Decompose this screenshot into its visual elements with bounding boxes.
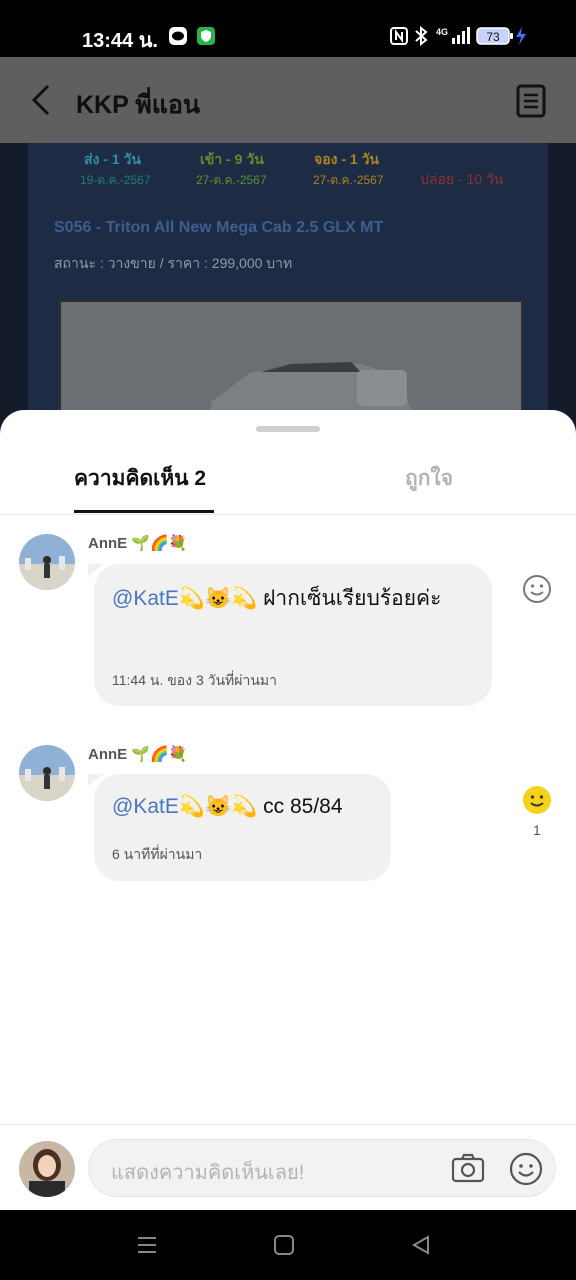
charging-icon: [515, 27, 527, 49]
battery-icon: 73: [476, 26, 514, 50]
emoji-filled-icon: [523, 786, 551, 814]
post-card: ส่ง - 1 วัน 19-ต.ค.-2567 เข้า - 9 วัน 27…: [28, 143, 548, 449]
document-list-icon[interactable]: [516, 84, 546, 122]
battery-level: 73: [486, 30, 500, 44]
shield-vpn-icon: [196, 26, 216, 50]
stat-sent-date: 19-ต.ค.-2567: [80, 173, 151, 187]
svg-text:4G: 4G: [436, 27, 448, 37]
back-icon[interactable]: [410, 1234, 432, 1260]
stat-sent-label: ส่ง - 1 วัน: [84, 151, 141, 167]
comment-body: ฝากเซ็นเรียบร้อยค่ะ: [257, 587, 442, 610]
comment-placeholder: แสดงความคิดเห็นเลย!: [111, 1162, 305, 1184]
tab-active-indicator: [74, 510, 214, 513]
emoji-outline-icon: [523, 575, 551, 603]
stat-reserve-label: จอง - 1 วัน: [314, 151, 379, 167]
car-status: สถานะ : วางขาย / ราคา : 299,000 บาท: [54, 255, 293, 271]
reaction-count: 1: [533, 822, 541, 838]
avatar[interactable]: [19, 534, 75, 590]
comment-input[interactable]: แสดงความคิดเห็นเลย!: [88, 1139, 556, 1197]
back-arrow-icon[interactable]: [28, 83, 56, 121]
app-bar: KKP พี่แอน: [0, 57, 576, 143]
page-title: KKP พี่แอน: [76, 91, 200, 119]
nfc-icon: [390, 27, 408, 49]
comment-composer: แสดงความคิดเห็นเลย!: [0, 1124, 576, 1211]
bluetooth-icon: [414, 25, 428, 50]
comment-author[interactable]: AnnE 🌱🌈💐: [88, 745, 187, 763]
system-nav-bar: [0, 1210, 576, 1280]
background-post: ส่ง - 1 วัน 19-ต.ค.-2567 เข้า - 9 วัน 27…: [0, 143, 576, 449]
signal-icon: 4G: [436, 26, 470, 50]
comment-timestamp: 11:44 น. ของ 3 วันที่ผ่านมา: [112, 672, 277, 688]
comment-timestamp: 6 นาทีที่ผ่านมา: [112, 846, 203, 862]
reaction-button[interactable]: [522, 574, 552, 608]
comments-sheet: ความคิดเห็น 2 ถูกใจ AnnE 🌱🌈💐 @KatE💫😺💫 ฝา…: [0, 410, 576, 1210]
comment-text: @KatE💫😺💫 cc 85/84: [112, 790, 382, 824]
tab-likes[interactable]: ถูกใจ: [405, 462, 453, 495]
status-time: 13:44 น.: [82, 30, 158, 52]
comment-body: cc 85/84: [257, 795, 343, 818]
stat-reserve-date: 27-ต.ค.-2567: [313, 173, 384, 187]
recent-apps-icon[interactable]: [136, 1234, 158, 1260]
mention-link[interactable]: @KatE💫😺💫: [112, 795, 257, 818]
line-icon: [168, 26, 188, 50]
tab-comments[interactable]: ความคิดเห็น 2: [74, 462, 206, 495]
comment-bubble[interactable]: @KatE💫😺💫 cc 85/84 6 นาทีที่ผ่านมา: [94, 774, 391, 881]
avatar[interactable]: [19, 745, 75, 801]
home-icon[interactable]: [273, 1234, 295, 1260]
tabs-divider: [0, 514, 576, 515]
comment-author[interactable]: AnnE 🌱🌈💐: [88, 534, 187, 552]
mention-link[interactable]: @KatE💫😺💫: [112, 587, 257, 610]
stat-in-date: 27-ต.ค.-2567: [196, 173, 267, 187]
sheet-handle[interactable]: [256, 426, 320, 432]
reaction-button[interactable]: [522, 785, 552, 819]
car-title: S056 - Triton All New Mega Cab 2.5 GLX M…: [54, 219, 384, 236]
stat-in-label: เข้า - 9 วัน: [200, 151, 264, 167]
emoji-icon[interactable]: [509, 1152, 543, 1190]
camera-icon[interactable]: [451, 1152, 485, 1188]
comment-bubble[interactable]: @KatE💫😺💫 ฝากเซ็นเรียบร้อยค่ะ 11:44 น. ขอ…: [94, 564, 492, 706]
my-avatar[interactable]: [19, 1141, 75, 1197]
comment-text: @KatE💫😺💫 ฝากเซ็นเรียบร้อยค่ะ: [112, 582, 472, 616]
status-bar: 13:44 น. 4G 73: [0, 0, 576, 57]
stat-release: ปล่อย - 10 วัน: [420, 171, 504, 187]
